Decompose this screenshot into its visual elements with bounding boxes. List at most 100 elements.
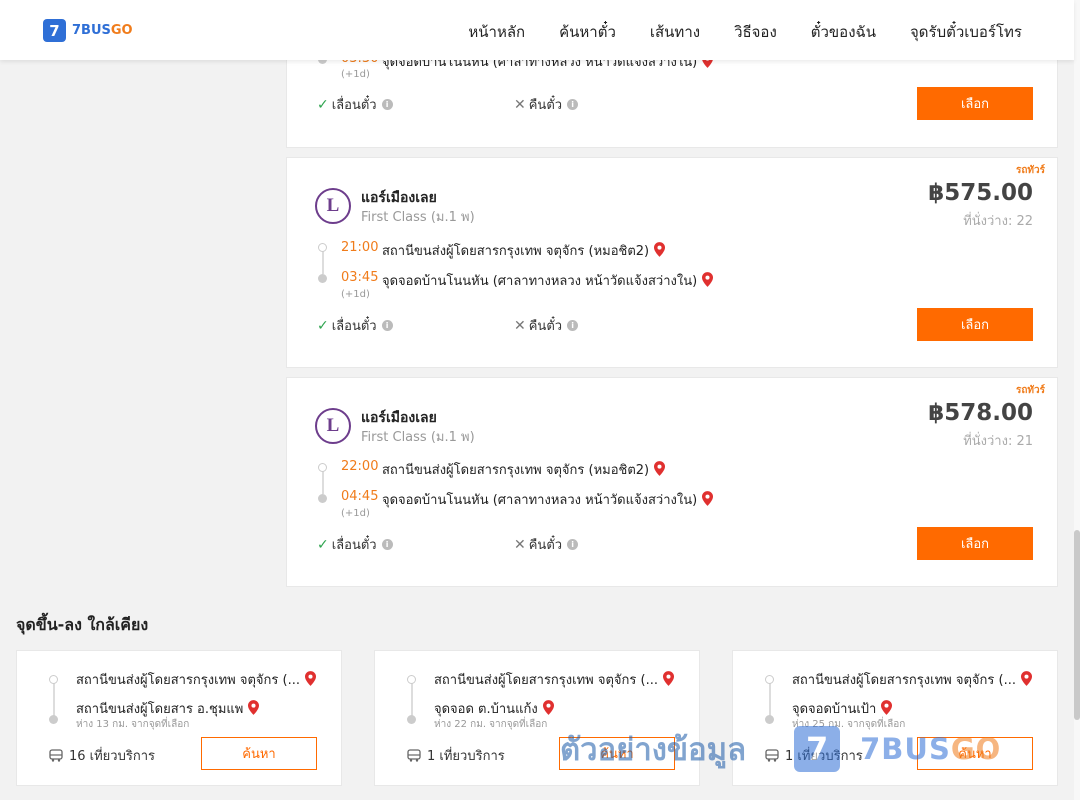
departure-stop: สถานีขนส่งผู้โดยสารกรุงเทพ จตุจักร (หมอช… xyxy=(382,459,666,480)
cross-icon: ✕ xyxy=(514,317,526,334)
watermark-brand-bus: 7BUS xyxy=(860,732,951,766)
route-line xyxy=(411,681,413,719)
map-pin-icon[interactable] xyxy=(654,242,666,257)
arrival-stop-label: จุดจอดบ้านโนนหัน (ศาลาทางหลวง หน้าวัดแจ้… xyxy=(382,493,698,508)
select-trip-button[interactable]: เลือก xyxy=(917,308,1033,341)
route-end-dot xyxy=(49,715,58,724)
departure-stop-label: สถานีขนส่งผู้โดยสารกรุงเทพ จตุจักร (หมอช… xyxy=(382,463,650,478)
info-icon[interactable]: i xyxy=(567,320,579,331)
refund-label: คืนตั๋ว xyxy=(528,98,563,113)
nearby-to-stop: จุดจอดบ้านเป้า xyxy=(792,698,893,719)
departure-stop-label: สถานีขนส่งผู้โดยสารกรุงเทพ จตุจักร (หมอช… xyxy=(382,244,650,259)
watermark-brand: 7BUSGO xyxy=(860,732,1001,766)
nav-search-tickets[interactable]: ค้นหาตั๋ว xyxy=(559,20,616,44)
select-trip-button[interactable]: เลือก xyxy=(917,527,1033,560)
map-pin-icon[interactable] xyxy=(662,671,674,686)
nearby-from-stop: สถานีขนส่งผู้โดยสารกรุงเทพ จตุจักร (... xyxy=(792,669,1032,690)
nearby-trip-count-label: 1 เที่ยวบริการ xyxy=(427,749,505,764)
info-icon[interactable]: i xyxy=(381,99,393,110)
reschedule-label: เลื่อนตั๋ว xyxy=(331,538,377,553)
cross-icon: ✕ xyxy=(514,96,526,113)
bus-icon xyxy=(407,749,421,762)
route-start-dot xyxy=(765,675,774,684)
operator-logo-glyph: L xyxy=(326,415,340,436)
seat-class: First Class (ม.1 พ) xyxy=(361,430,475,445)
next-day-indicator: (+1d) xyxy=(341,289,370,300)
nav-how-to-book[interactable]: วิธีจอง xyxy=(734,20,777,44)
route-start-dot xyxy=(318,463,327,472)
logo-text-go: GO xyxy=(110,23,133,38)
nearby-to-stop: จุดจอด ต.บ้านแก้ง xyxy=(434,698,554,719)
info-icon[interactable]: i xyxy=(567,99,579,110)
nav-routes[interactable]: เส้นทาง xyxy=(650,20,700,44)
map-pin-icon[interactable] xyxy=(542,700,554,715)
route-start-dot xyxy=(49,675,58,684)
refund-policy: ✕ คืนตั๋ว i xyxy=(514,94,579,115)
arrival-time: 04:45 xyxy=(341,489,379,504)
nav-my-tickets[interactable]: ตั๋วของฉัน xyxy=(811,20,876,44)
reschedule-policy: ✓ เลื่อนตั๋ว i xyxy=(317,315,393,336)
refund-policy: ✕ คืนตั๋ว i xyxy=(514,534,579,555)
nearby-to-label: จุดจอด ต.บ้านแก้ง xyxy=(434,702,538,717)
route-end-dot xyxy=(318,274,327,283)
map-pin-icon[interactable] xyxy=(248,700,260,715)
route-line xyxy=(53,681,55,719)
vehicle-type-badge: รถทัวร์ xyxy=(1015,165,1045,176)
map-pin-icon[interactable] xyxy=(654,461,666,476)
map-pin-icon[interactable] xyxy=(702,272,714,287)
departure-time: 21:00 xyxy=(341,240,379,255)
check-icon: ✓ xyxy=(317,536,329,553)
info-icon[interactable]: i xyxy=(381,539,393,550)
nearby-from-stop: สถานีขนส่งผู้โดยสารกรุงเทพ จตุจักร (... xyxy=(434,669,674,690)
arrival-stop: จุดจอดบ้านโนนหัน (ศาลาทางหลวง หน้าวัดแจ้… xyxy=(382,489,714,510)
nav-home[interactable]: หน้าหลัก xyxy=(468,20,525,44)
nearby-search-button[interactable]: ค้นหา xyxy=(201,737,317,770)
page-scrollbar[interactable] xyxy=(1074,0,1080,800)
select-trip-button[interactable]: เลือก xyxy=(917,87,1033,120)
bus-icon xyxy=(49,749,63,762)
arrival-stop-label: จุดจอดบ้านโนนหัน (ศาลาทางหลวง หน้าวัดแจ้… xyxy=(382,274,698,289)
seat-class: First Class (ม.1 พ) xyxy=(361,210,475,225)
reschedule-policy: ✓ เลื่อนตั๋ว i xyxy=(317,534,393,555)
watermark-brand-go: GO xyxy=(950,732,1002,766)
nearby-distance: ห่าง 22 กม. จากจุดที่เลือก xyxy=(434,719,548,730)
logo-text-bus: 7BUS xyxy=(72,23,111,38)
arrival-time: 03:45 xyxy=(341,270,379,285)
map-pin-icon[interactable] xyxy=(881,700,893,715)
nearby-to-label: สถานีขนส่งผู้โดยสาร อ.ชุมแพ xyxy=(76,702,244,717)
reschedule-policy: ✓ เลื่อนตั๋ว i xyxy=(317,94,393,115)
refund-label: คืนตั๋ว xyxy=(528,319,563,334)
nearby-trip-count: 1 เที่ยวบริการ xyxy=(407,745,505,766)
logo-text: 7BUSGO xyxy=(72,23,133,38)
info-icon[interactable]: i xyxy=(381,320,393,331)
departure-time: 22:00 xyxy=(341,459,379,474)
cross-icon: ✕ xyxy=(514,536,526,553)
route-line xyxy=(769,681,771,719)
seats-available: ที่นั่งว่าง: 21 xyxy=(963,434,1033,449)
operator-logo: L xyxy=(315,188,351,224)
watermark-logo-mark: 7 xyxy=(794,726,841,772)
nearby-to-stop: สถานีขนส่งผู้โดยสาร อ.ชุมแพ xyxy=(76,698,260,719)
map-pin-icon[interactable] xyxy=(304,671,316,686)
map-pin-icon[interactable] xyxy=(1020,671,1032,686)
nearby-distance: ห่าง 13 กม. จากจุดที่เลือก xyxy=(76,719,190,730)
route-start-dot xyxy=(407,675,416,684)
nearby-trip-count: 16 เที่ยวบริการ xyxy=(49,745,155,766)
nearby-trip-count-label: 16 เที่ยวบริการ xyxy=(69,749,155,764)
nearby-to-label: จุดจอดบ้านเป้า xyxy=(792,702,877,717)
site-logo[interactable]: 7 7BUSGO xyxy=(43,19,133,42)
scrollbar-thumb[interactable] xyxy=(1074,530,1080,720)
next-day-indicator: (+1d) xyxy=(341,69,370,80)
operator-logo-glyph: L xyxy=(326,195,340,216)
trip-card: รถทัวร์ L แอร์เมืองเลย First Class (ม.1 … xyxy=(286,157,1058,368)
map-pin-icon[interactable] xyxy=(702,491,714,506)
top-navbar: 7 7BUSGO หน้าหลัก ค้นหาตั๋ว เส้นทาง วิธี… xyxy=(0,0,1074,60)
nearby-stops-title: จุดขึ้น-ลง ใกล้เคียง xyxy=(16,615,149,634)
main-nav: หน้าหลัก ค้นหาตั๋ว เส้นทาง วิธีจอง ตั๋วข… xyxy=(434,20,1022,44)
logo-mark: 7 xyxy=(43,19,66,42)
info-icon[interactable]: i xyxy=(567,539,579,550)
nav-ticket-pickup-phone[interactable]: จุดรับตั๋วเบอร์โทร xyxy=(910,20,1022,44)
check-icon: ✓ xyxy=(317,317,329,334)
nearby-from-label: สถานีขนส่งผู้โดยสารกรุงเทพ จตุจักร (... xyxy=(434,673,658,688)
nearby-from-stop: สถานีขนส่งผู้โดยสารกรุงเทพ จตุจักร (... xyxy=(76,669,316,690)
